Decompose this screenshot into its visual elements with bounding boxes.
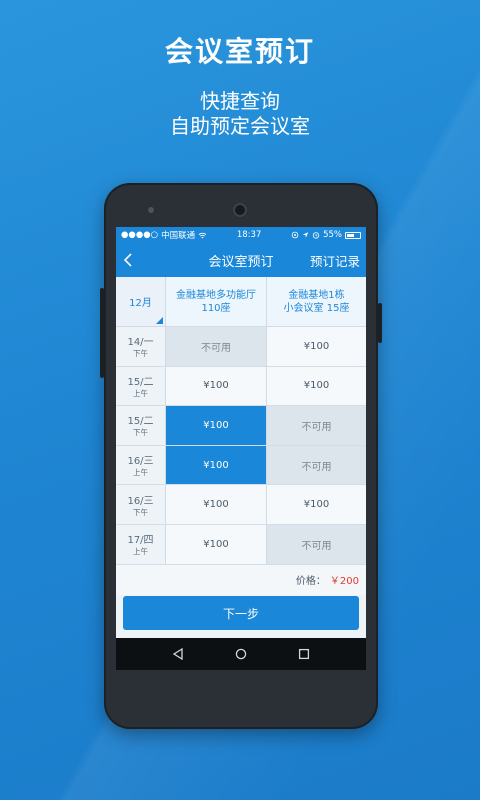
status-bar: ●●●●○ 中国联通 18:37 55% [116,227,366,243]
status-time: 18:37 [236,230,262,240]
time-slot-unavailable: 不可用 [267,524,366,564]
month-label: 12月 [129,298,152,309]
promo-title: 会议室预订 [164,35,315,68]
price-summary: 价格： ￥200 [116,564,366,595]
power-button [378,303,382,343]
time-slot-unavailable: 不可用 [267,445,366,485]
date-label: 16/三 [127,456,154,468]
room-capacity: 小会议室 15座 [283,302,350,314]
date-label: 15/二 [127,376,154,388]
time-slot-unavailable: 不可用 [166,327,267,366]
room-header-2: 金融基地1栋 小会议室 15座 [267,277,366,326]
time-slot-selected[interactable]: ¥100 [166,406,267,445]
period-label: 上午 [133,468,148,478]
alarm-icon [312,232,320,239]
signal-icon: ●●●●○ [121,230,159,240]
next-step-button[interactable]: 下一步 [123,596,359,630]
date-label: 16/三 [127,495,154,507]
grid-row: 15/二 下午 ¥100 不可用 [116,406,366,446]
period-label: 上午 [133,547,148,557]
time-slot-available[interactable]: ¥100 [166,524,267,564]
date-label: 14/一 [127,337,154,349]
price-label: 价格： [295,576,326,588]
wifi-icon [198,232,207,239]
phone-frame: ●●●●○ 中国联通 18:37 55% 会议室预订 预订记录 12月 金融基地… [100,183,382,729]
recents-square-icon[interactable] [296,646,312,662]
grid-row: 17/四 上午 ¥100 不可用 [116,524,366,565]
sensor-dot [148,207,154,213]
date-cell: 14/一 下午 [116,327,166,366]
date-label: 15/二 [127,416,154,428]
date-cell: 16/三 下午 [116,485,166,524]
period-label: 下午 [133,428,148,438]
period-label: 下午 [133,507,148,517]
price-value: ￥200 [329,576,359,588]
date-cell: 16/三 上午 [116,445,166,485]
battery-percent: 55% [323,230,342,240]
room-header-1: 金融基地多功能厅 110座 [166,277,267,326]
date-cell: 15/二 下午 [116,406,166,445]
phone-screen: ●●●●○ 中国联通 18:37 55% 会议室预订 预订记录 12月 金融基地… [116,227,366,670]
back-triangle-icon[interactable] [170,646,186,662]
home-circle-icon[interactable] [233,646,249,662]
time-slot-available[interactable]: ¥100 [267,327,366,366]
front-camera [233,203,247,217]
lock-rotation-icon [291,231,299,239]
grid-row: 14/一 下午 不可用 ¥100 [116,327,366,367]
date-label: 17/四 [127,535,154,547]
date-cell: 15/二 上午 [116,366,166,406]
volume-button [100,288,104,378]
period-label: 下午 [133,349,148,359]
booking-grid: 12月 金融基地多功能厅 110座 金融基地1栋 小会议室 15座 14/一 下… [116,277,366,595]
period-label: 上午 [133,388,148,398]
room-name: 金融基地多功能厅 [176,289,256,301]
time-slot-unavailable: 不可用 [267,406,366,445]
room-capacity: 110座 [201,302,231,314]
booking-records-link[interactable]: 预订记录 [310,251,360,270]
grid-rows: 14/一 下午 不可用 ¥100 15/二 上午 ¥100 ¥100 15/二 下午 ¥100 不可用… [116,327,366,565]
date-cell: 17/四 上午 [116,524,166,564]
grid-header: 12月 金融基地多功能厅 110座 金融基地1栋 小会议室 15座 [116,277,366,327]
grid-row: 15/二 上午 ¥100 ¥100 [116,366,366,407]
dropdown-corner-icon [156,317,163,324]
time-slot-available[interactable]: ¥100 [166,485,267,524]
month-selector[interactable]: 12月 [116,277,166,326]
grid-row: 16/三 上午 ¥100 不可用 [116,445,366,486]
carrier-name: 中国联通 [161,231,196,241]
time-slot-selected[interactable]: ¥100 [166,445,267,485]
time-slot-available[interactable]: ¥100 [267,366,366,406]
nav-bar: 会议室预订 预订记录 [116,243,366,277]
room-name: 金融基地1栋 [288,289,345,301]
battery-icon [344,231,361,239]
android-nav-bar [116,638,366,670]
time-slot-available[interactable]: ¥100 [166,366,267,406]
time-slot-available[interactable]: ¥100 [267,485,366,524]
grid-row: 16/三 下午 ¥100 ¥100 [116,485,366,525]
location-icon [302,232,309,238]
promo-subtitle-line2: 自助预定会议室 [170,114,310,138]
